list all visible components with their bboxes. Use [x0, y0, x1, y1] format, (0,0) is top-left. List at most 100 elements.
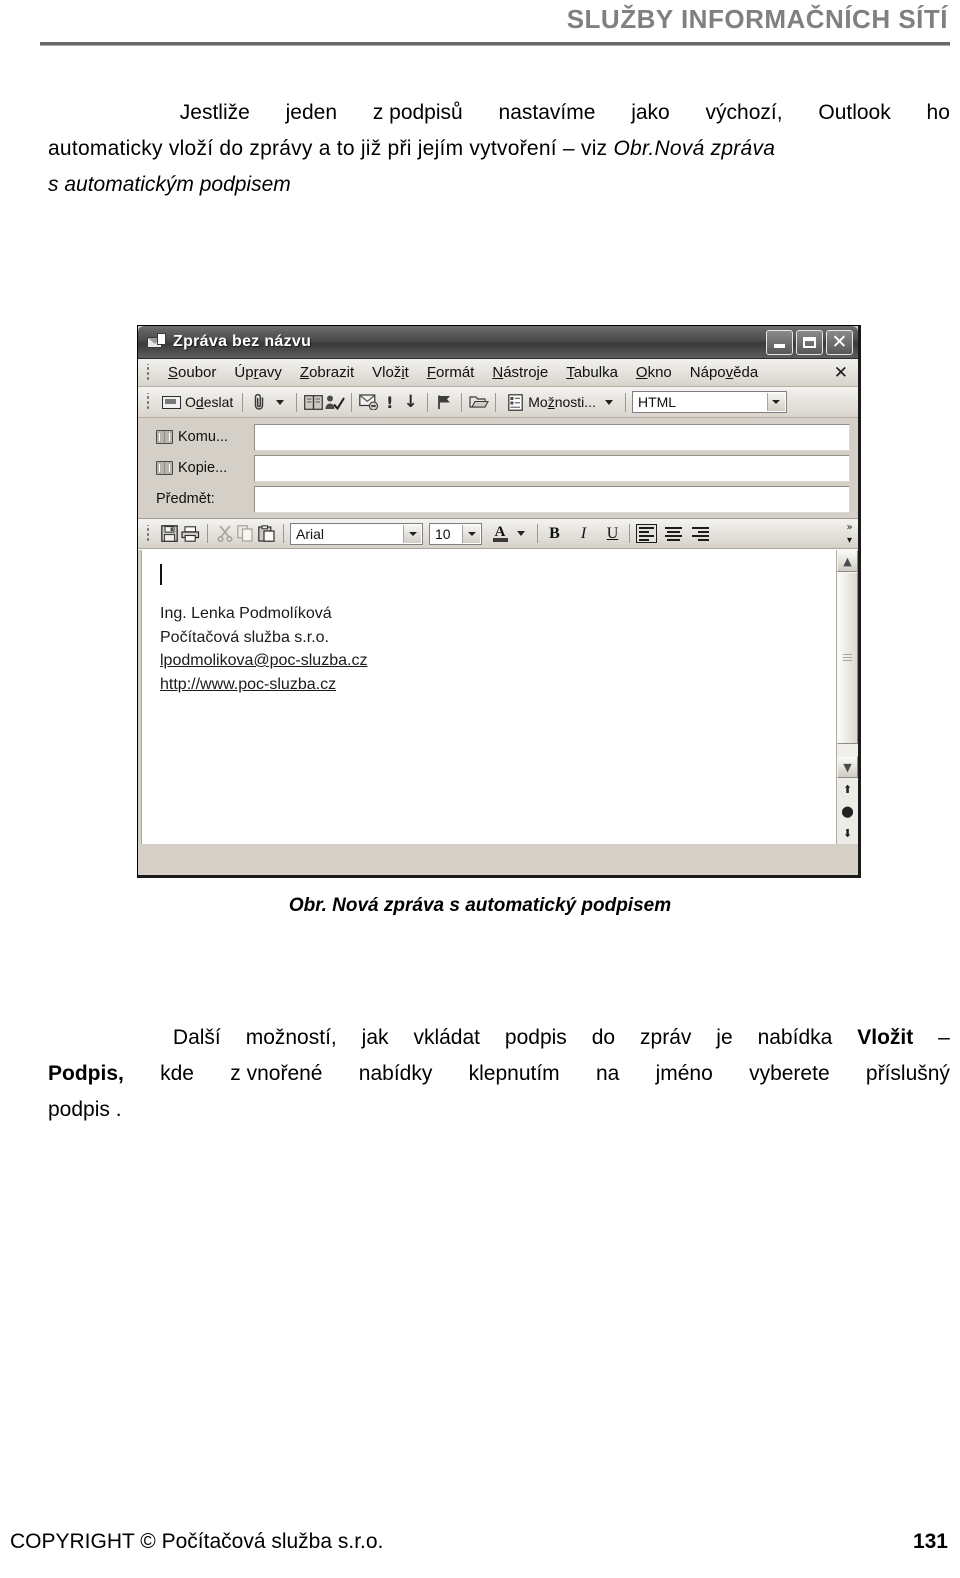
select-browse-object-button[interactable]: ⬤ — [837, 800, 858, 822]
flag-icon[interactable] — [434, 392, 455, 412]
standard-toolbar-grip[interactable] — [144, 393, 153, 411]
scroll-up-button[interactable]: ▲ — [837, 550, 858, 572]
menu-upravy-post: avy — [258, 364, 282, 381]
signature-email-link[interactable]: lpodmolikova@poc-sluzba.cz — [160, 649, 836, 673]
close-button[interactable]: ✕ — [826, 330, 853, 355]
window-title: Zpráva bez názvu — [173, 333, 312, 350]
to-input[interactable] — [254, 423, 850, 451]
previous-object-button[interactable]: ⬆ — [837, 778, 858, 800]
address-book-icon[interactable] — [303, 392, 324, 412]
menu-item-upravy[interactable]: Úpravy — [225, 362, 291, 383]
intro-line-3-italic: s automatickým podpisem — [48, 173, 291, 197]
font-size-chevron-down-icon[interactable] — [462, 524, 480, 543]
menu-item-nastroje[interactable]: Nástroje — [483, 362, 557, 383]
body-vertical-scrollbar[interactable]: ▲ ▼ ⬆ ⬤ ⬇ — [836, 550, 858, 844]
intro-w2: jeden — [285, 101, 338, 124]
low-importance-icon[interactable]: ↓ — [400, 392, 421, 412]
after-line-3: podpis . — [48, 1092, 950, 1128]
high-importance-glyph: ! — [386, 392, 394, 412]
copy-icon[interactable] — [235, 524, 256, 544]
after-w5: podpis — [504, 1026, 567, 1049]
maximize-button[interactable] — [796, 330, 823, 355]
options-button[interactable]: Mo ž nosti... — [502, 390, 599, 415]
menu-item-tabulka[interactable]: Tabulka — [557, 362, 627, 383]
cc-input[interactable] — [254, 454, 850, 482]
menu-soubor-post: oubor — [178, 364, 217, 381]
menu-item-soubor[interactable]: Soubor — [159, 362, 225, 383]
underline-button[interactable]: U — [602, 525, 623, 543]
intro-line-2-text: automaticky vloží do zprávy a to již při… — [48, 137, 614, 161]
menu-nastroje-acc: N — [492, 364, 504, 381]
italic-button[interactable]: I — [573, 525, 594, 543]
paperclip-icon[interactable] — [249, 392, 270, 412]
toolbar-separator — [351, 392, 353, 412]
print-icon[interactable] — [180, 524, 201, 544]
send-button[interactable]: Od eslat — [159, 390, 236, 415]
font-color-dropdown-caret-icon[interactable] — [517, 531, 525, 536]
check-names-icon[interactable] — [324, 392, 346, 412]
high-importance-icon[interactable]: ! — [379, 392, 400, 412]
paste-icon[interactable] — [256, 524, 277, 544]
scroll-down-button[interactable]: ▼ — [837, 756, 858, 778]
window-controls[interactable]: ✕ — [766, 330, 853, 355]
menu-item-format[interactable]: Formát — [418, 362, 484, 383]
font-name-chevron-down-icon[interactable] — [403, 524, 421, 543]
menu-item-napoveda[interactable]: Nápověda — [681, 362, 767, 383]
toolbar-separator — [296, 392, 298, 412]
minimize-button[interactable] — [766, 330, 793, 355]
menu-okno-acc: O — [635, 364, 648, 381]
signature-line-1: Ing. Lenka Podmolíková — [160, 605, 332, 622]
toolbar-separator — [427, 392, 429, 412]
to-button[interactable]: Komu... — [146, 429, 254, 445]
message-format-select[interactable]: HTML — [631, 391, 787, 413]
align-center-icon[interactable] — [663, 524, 684, 543]
menu-format-acc: F — [426, 364, 436, 381]
menu-item-okno[interactable]: Okno — [627, 362, 681, 383]
menu-item-zobrazit[interactable]: Zobrazit — [291, 362, 363, 383]
next-object-button[interactable]: ⬇ — [837, 822, 858, 844]
subject-input[interactable] — [254, 485, 850, 513]
to-row[interactable]: Komu... — [146, 423, 850, 451]
attach-dropdown-caret-icon[interactable] — [276, 399, 285, 405]
scrollbar-thumb[interactable] — [837, 572, 858, 744]
formatting-toolbar-grip[interactable] — [144, 524, 153, 543]
after-bold-podpis: Podpis, — [48, 1062, 124, 1086]
message-body-area[interactable]: Ing. Lenka Podmolíková Počítačová služba… — [138, 549, 858, 844]
after-bold-vlozit: Vložit — [857, 1026, 914, 1049]
align-left-icon[interactable] — [636, 524, 657, 543]
intro-w6: výchozí, — [705, 101, 783, 124]
menu-item-vlozit[interactable]: Vložit — [363, 362, 418, 383]
align-right-icon[interactable] — [690, 524, 711, 543]
menu-bar[interactable]: Soubor Úpravy Zobrazit Vložit Formát Nás… — [138, 359, 858, 387]
font-color-icon[interactable]: A — [489, 523, 511, 544]
toolbar-overflow-button[interactable]: » ▾ — [843, 521, 856, 547]
window-title-bar[interactable]: Zpráva bez názvu ✕ — [138, 326, 858, 359]
toolbar-overflow-icon: » — [846, 522, 853, 533]
cc-button[interactable]: Kopie... — [146, 460, 254, 476]
move-to-folder-icon[interactable] — [468, 392, 489, 412]
signature-web-link[interactable]: http://www.poc-sluzba.cz — [160, 673, 836, 697]
font-name-select[interactable]: Arial — [290, 522, 423, 545]
low-importance-glyph: ↓ — [403, 392, 418, 412]
save-icon[interactable] — [159, 524, 180, 544]
signature-envelope-icon[interactable] — [358, 392, 379, 412]
bold-button[interactable]: B — [544, 525, 565, 543]
outlook-message-window[interactable]: Zpráva bez názvu ✕ Soubor Úpravy Zobrazi… — [137, 325, 861, 878]
cut-icon[interactable] — [214, 524, 235, 544]
document-close-icon[interactable]: ✕ — [834, 363, 848, 383]
subject-row[interactable]: Předmět: — [146, 485, 850, 513]
after-w6: do — [591, 1026, 616, 1049]
message-body-text[interactable]: Ing. Lenka Podmolíková Počítačová služba… — [142, 550, 836, 844]
after-w1: Další — [172, 1026, 221, 1049]
intro-line-3: s automatickým podpisem — [48, 167, 950, 203]
menu-bar-grip[interactable] — [144, 363, 153, 382]
font-size-select[interactable]: 10 — [429, 522, 482, 545]
message-format-chevron-down-icon[interactable] — [766, 393, 785, 411]
standard-toolbar[interactable]: Od eslat ! ↓ Mo ž nosti... HTML — [138, 387, 858, 418]
options-label-post: nosti... — [554, 394, 596, 410]
cc-row[interactable]: Kopie... — [146, 454, 850, 482]
scrollbar-track[interactable] — [837, 572, 858, 756]
intro-w7: Outlook — [818, 101, 891, 124]
options-dropdown-caret-icon[interactable] — [604, 399, 613, 405]
formatting-toolbar[interactable]: Arial 10 A B I U » ▾ — [138, 519, 858, 549]
